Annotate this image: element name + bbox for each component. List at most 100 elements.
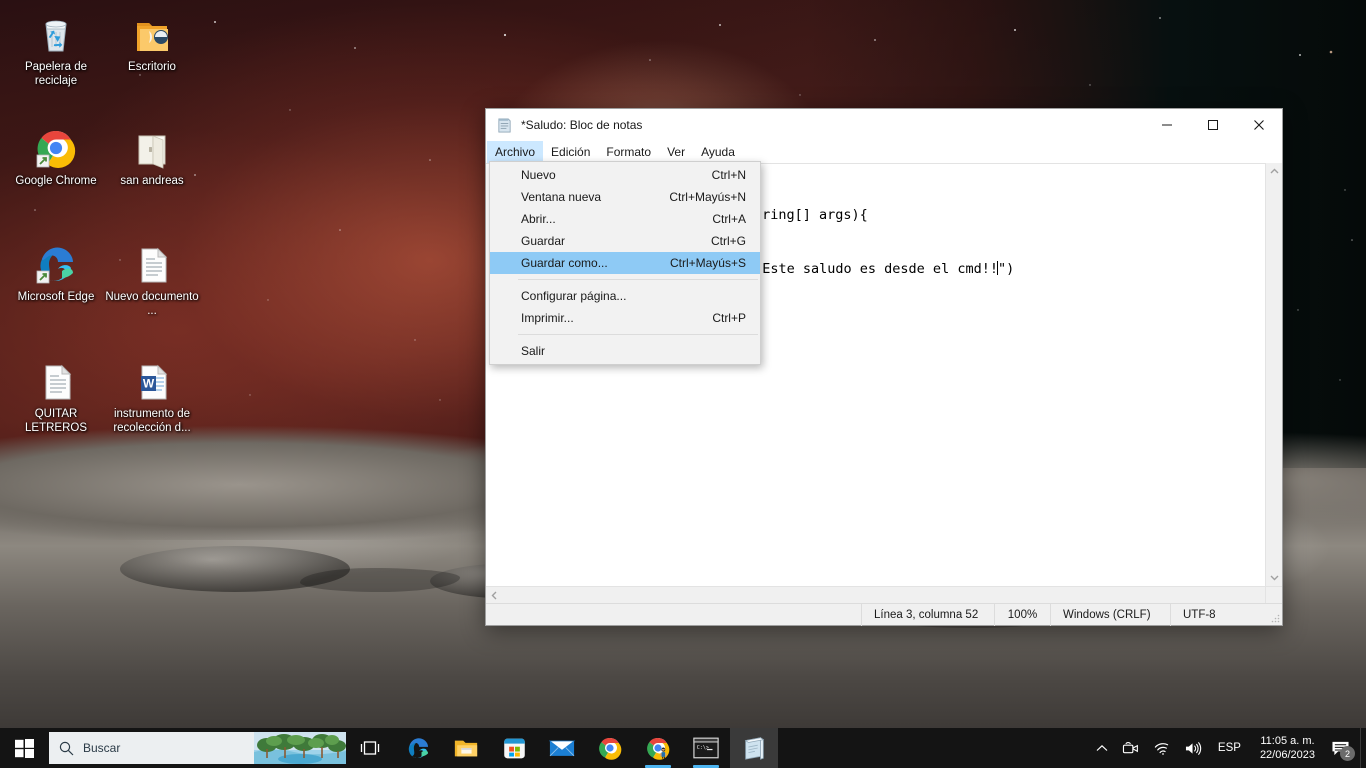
- horizontal-scrollbar[interactable]: [486, 586, 1265, 603]
- menubar-item-edicion[interactable]: Edición: [543, 141, 598, 163]
- system-tray: ESP 11:05 a. m. 22/06/2023 2: [1089, 728, 1366, 768]
- status-encoding: UTF-8: [1170, 603, 1266, 626]
- status-zoom[interactable]: 100%: [994, 603, 1050, 626]
- desktop-icon-quitar-letreros[interactable]: QUITAR LETREROS: [8, 355, 104, 435]
- menubar-label: Ver: [667, 145, 686, 159]
- tray-volume-button[interactable]: [1177, 728, 1209, 768]
- desktop-icon-nuevo-documento[interactable]: Nuevo documento ...: [104, 238, 200, 318]
- menu-item-imprimir[interactable]: Imprimir... Ctrl+P: [490, 307, 760, 329]
- menu-separator: [518, 334, 758, 335]
- maximize-button[interactable]: [1190, 110, 1236, 141]
- cmd-icon: C:\>: [693, 737, 719, 759]
- taskbar-google-chrome[interactable]: [586, 728, 634, 768]
- status-text: UTF-8: [1183, 608, 1216, 621]
- status-text: 100%: [1007, 608, 1038, 621]
- tray-meet-now-button[interactable]: [1115, 728, 1146, 768]
- menubar-label: Archivo: [495, 145, 536, 159]
- scroll-up-icon[interactable]: [1266, 163, 1283, 180]
- horizontal-scrollbar-row: [486, 586, 1282, 603]
- menu-item-accelerator: Ctrl+P: [712, 311, 746, 325]
- taskbar-file-explorer[interactable]: [442, 728, 490, 768]
- taskbar-mail[interactable]: [538, 728, 586, 768]
- taskbar-command-prompt[interactable]: C:\>: [682, 728, 730, 768]
- recycle-bin-icon: [8, 8, 104, 56]
- menu-item-accelerator: Ctrl+G: [710, 234, 746, 248]
- desktop-icon-label: QUITAR LETREROS: [25, 408, 87, 434]
- desktop-icon-google-chrome[interactable]: Google Chrome: [8, 122, 104, 189]
- menubar-item-ayuda[interactable]: Ayuda: [693, 141, 743, 163]
- edge-icon: [8, 238, 104, 286]
- taskbar-chrome-game[interactable]: [634, 728, 682, 768]
- close-icon: [1254, 120, 1264, 130]
- desktop-icon-grid: Papelera de reciclaje Escritorio Google …: [0, 0, 220, 470]
- taskbar-microsoft-edge[interactable]: [394, 728, 442, 768]
- desktop-icon-label: instrumento de recolección d...: [113, 408, 191, 434]
- menu-item-accelerator: Ctrl+Mayús+N: [669, 190, 746, 204]
- menu-item-nuevo[interactable]: Nuevo Ctrl+N: [490, 164, 760, 186]
- search-icon: [49, 741, 83, 756]
- store-icon: [503, 738, 525, 758]
- menu-item-label: Ventana nueva: [521, 190, 602, 204]
- menu-item-abrir[interactable]: Abrir... Ctrl+A: [490, 208, 760, 230]
- menu-item-guardar-como[interactable]: Guardar como... Ctrl+Mayús+S: [490, 252, 760, 274]
- start-button[interactable]: [0, 728, 48, 768]
- menu-item-label: Guardar: [521, 234, 566, 248]
- desktop-icon-microsoft-edge[interactable]: Microsoft Edge: [8, 238, 104, 305]
- svg-text:W: W: [143, 377, 155, 391]
- tray-wifi-button[interactable]: [1146, 728, 1177, 768]
- search-input[interactable]: Buscar: [49, 732, 346, 764]
- menu-item-accelerator: Ctrl+A: [712, 212, 746, 226]
- editor-line-1: tring[] args){: [754, 207, 868, 223]
- desktop-icon-label: Nuevo documento ...: [105, 291, 199, 317]
- mail-icon: [549, 740, 575, 757]
- menu-item-configurar-pagina[interactable]: Configurar página...: [490, 285, 760, 307]
- show-desktop-button[interactable]: [1360, 728, 1366, 768]
- status-text: Línea 3, columna 52: [874, 608, 979, 621]
- desktop-icon-escritorio[interactable]: Escritorio: [104, 8, 200, 75]
- menu-item-label: Salir: [521, 344, 546, 358]
- menu-item-accelerator: Ctrl+N: [711, 168, 746, 182]
- menubar-item-ver[interactable]: Ver: [659, 141, 693, 163]
- taskbar-microsoft-store[interactable]: [490, 728, 538, 768]
- taskbar-notepad[interactable]: [730, 728, 778, 768]
- menubar-item-formato[interactable]: Formato: [598, 141, 659, 163]
- tray-expand-button[interactable]: [1089, 728, 1115, 768]
- windows-logo-icon: [14, 738, 34, 758]
- menu-separator: [518, 279, 758, 280]
- menu-item-ventana-nueva[interactable]: Ventana nueva Ctrl+Mayús+N: [490, 186, 760, 208]
- notification-center-button[interactable]: 2: [1325, 728, 1360, 768]
- minimize-button[interactable]: [1144, 110, 1190, 141]
- desktop-icon-label: Google Chrome: [15, 175, 97, 187]
- desktop-icon-san-andreas[interactable]: san andreas: [104, 122, 200, 189]
- notification-badge: 2: [1340, 746, 1355, 761]
- close-button[interactable]: [1236, 110, 1282, 141]
- task-view-button[interactable]: [346, 728, 394, 768]
- tray-date: 22/06/2023: [1259, 749, 1315, 761]
- folder-open-icon: [104, 122, 200, 170]
- vertical-scrollbar[interactable]: [1265, 163, 1282, 586]
- tray-language-indicator[interactable]: ESP: [1209, 742, 1250, 754]
- menubar-label: Edición: [551, 145, 591, 159]
- scroll-down-icon[interactable]: [1266, 569, 1283, 586]
- desktop-icon-instrumento[interactable]: W instrumento de recolección d...: [104, 355, 200, 435]
- menubar-item-archivo[interactable]: Archivo: [487, 141, 544, 163]
- menu-item-label: Configurar página...: [521, 289, 627, 303]
- menu-item-guardar[interactable]: Guardar Ctrl+G: [490, 230, 760, 252]
- chevron-up-icon: [1096, 744, 1108, 751]
- status-line-ending: Windows (CRLF): [1050, 603, 1170, 626]
- menu-item-salir[interactable]: Salir: [490, 340, 760, 362]
- notepad-titlebar[interactable]: *Saludo: Bloc de notas: [486, 109, 1282, 141]
- tray-clock[interactable]: 11:05 a. m. 22/06/2023: [1250, 728, 1325, 768]
- status-cursor-position: Línea 3, columna 52: [861, 603, 994, 626]
- menu-item-label: Imprimir...: [521, 311, 574, 325]
- desktop-icon-label: san andreas: [120, 175, 184, 187]
- resize-grip-icon[interactable]: [1266, 604, 1282, 626]
- folder-special-icon: [104, 8, 200, 56]
- menubar-label: Ayuda: [701, 145, 735, 159]
- scroll-left-icon[interactable]: [486, 587, 503, 604]
- desktop-icon-recycle-bin[interactable]: Papelera de reciclaje: [8, 8, 104, 88]
- minimize-icon: [1162, 124, 1172, 126]
- editor-line-2-before-caret: ("Este saludo es desde el cmd!!: [746, 261, 998, 277]
- menu-item-accelerator: Ctrl+Mayús+S: [669, 256, 746, 270]
- status-text: Windows (CRLF): [1063, 608, 1151, 621]
